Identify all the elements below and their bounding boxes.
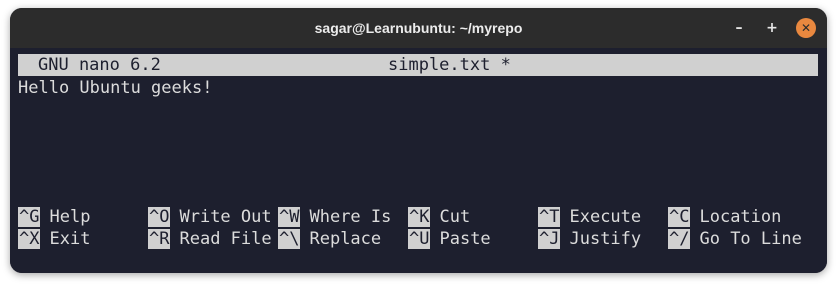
shortcut-label: Justify (569, 229, 642, 249)
terminal-area[interactable]: GNU nano 6.2 simple.txt * Hello Ubuntu g… (10, 48, 827, 273)
shortcut-label: Paste (439, 229, 491, 249)
shortcut-label: Write Out (179, 207, 272, 227)
shortcut-key: ^G (18, 207, 41, 227)
file-name: simple.txt * (388, 55, 511, 75)
shortcut-read-file[interactable]: ^R Read File (148, 229, 272, 250)
editor-text[interactable]: Hello Ubuntu geeks! (18, 78, 212, 98)
shortcut-where-is[interactable]: ^W Where Is (278, 207, 391, 228)
maximize-button[interactable]: + (762, 18, 782, 38)
terminal-window: sagar@Learnubuntu: ~/myrepo – + ✕ GNU na… (10, 8, 827, 273)
shortcut-key: ^J (538, 229, 561, 249)
shortcut-key: ^\ (278, 229, 301, 249)
minimize-button[interactable]: – (729, 18, 749, 38)
shortcut-label: Where Is (309, 207, 392, 227)
window-title: sagar@Learnubuntu: ~/myrepo (314, 20, 523, 36)
shortcut-paste[interactable]: ^U Paste (408, 229, 491, 250)
title-bar[interactable]: sagar@Learnubuntu: ~/myrepo – + ✕ (10, 8, 827, 48)
close-button[interactable]: ✕ (796, 18, 816, 38)
shortcut-go-to-line[interactable]: ^/ Go To Line (668, 229, 802, 250)
shortcut-key: ^K (408, 207, 431, 227)
shortcut-label: Execute (569, 207, 642, 227)
nano-title-bar: GNU nano 6.2 simple.txt * (18, 54, 818, 76)
shortcut-key: ^R (148, 229, 171, 249)
shortcut-write-out[interactable]: ^O Write Out (148, 207, 272, 228)
shortcut-exit[interactable]: ^X Exit (18, 229, 90, 250)
shortcut-key: ^/ (668, 229, 691, 249)
shortcut-key: ^C (668, 207, 691, 227)
shortcut-location[interactable]: ^C Location (668, 207, 781, 228)
shortcut-label: Read File (179, 229, 272, 249)
shortcut-key: ^U (408, 229, 431, 249)
shortcut-label: Help (49, 207, 91, 227)
shortcut-replace[interactable]: ^\ Replace (278, 229, 381, 250)
shortcut-key: ^T (538, 207, 561, 227)
shortcut-key: ^X (18, 229, 41, 249)
shortcut-label: Replace (309, 229, 382, 249)
shortcut-execute[interactable]: ^T Execute (538, 207, 641, 228)
shortcut-bar: ^G Help ^O Write Out ^W Where Is ^K Cut ^T Ex… (18, 207, 818, 253)
shortcut-key: ^O (148, 207, 171, 227)
shortcut-label: Exit (49, 229, 91, 249)
shortcut-label: Location (699, 207, 782, 227)
shortcut-justify[interactable]: ^J Justify (538, 229, 641, 250)
shortcut-label: Go To Line (699, 229, 802, 249)
shortcut-label: Cut (439, 207, 471, 227)
shortcut-cut[interactable]: ^K Cut (408, 207, 470, 228)
shortcut-key: ^W (278, 207, 301, 227)
shortcut-help[interactable]: ^G Help (18, 207, 90, 228)
nano-version: GNU nano 6.2 (38, 55, 161, 75)
